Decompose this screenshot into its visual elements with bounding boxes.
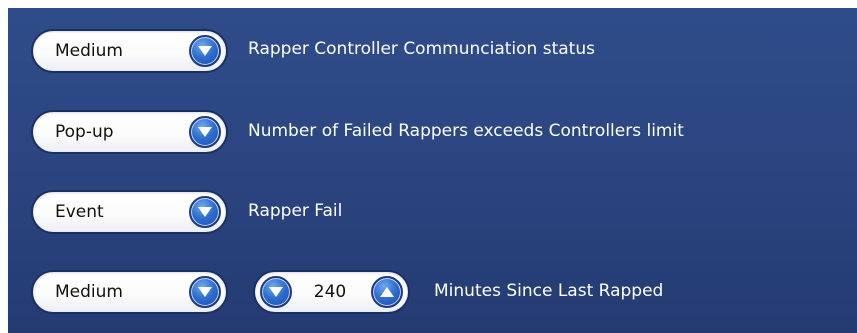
severity-select-value: Medium — [55, 41, 123, 61]
severity-select[interactable]: Medium — [31, 270, 228, 314]
alarm-row-rapper-fail: Event Rapper Fail — [31, 189, 342, 235]
chevron-down-icon[interactable] — [189, 35, 221, 67]
chevron-down-icon[interactable] — [260, 276, 292, 308]
alarm-row-communication-status: Medium Rapper Controller Communciation s… — [31, 28, 595, 74]
alarm-description-label: Rapper Fail — [248, 200, 343, 221]
chevron-down-icon[interactable] — [189, 116, 221, 148]
alarm-description-label: Rapper Controller Communciation status — [248, 39, 595, 59]
alarm-row-minutes-since-last-rapped: Medium 240 Minutes Since Last Rapped — [31, 269, 663, 315]
minutes-stepper-value[interactable]: 240 — [295, 272, 365, 312]
alarm-description-label: Minutes Since Last Rapped — [434, 280, 664, 301]
alarm-description-label: Number of Failed Rappers exceeds Control… — [248, 120, 684, 141]
severity-select[interactable]: Medium — [31, 29, 228, 73]
alarm-settings-panel: Medium Rapper Controller Communciation s… — [8, 8, 857, 333]
severity-select[interactable]: Pop-up — [31, 110, 228, 154]
alarm-row-failed-rappers-limit: Pop-up Number of Failed Rappers exceeds … — [31, 109, 684, 155]
minutes-stepper[interactable]: 240 — [253, 270, 410, 314]
chevron-down-icon[interactable] — [189, 276, 221, 308]
severity-select-value: Event — [55, 202, 104, 222]
severity-select-value: Medium — [55, 282, 123, 302]
severity-select-value: Pop-up — [55, 122, 114, 142]
chevron-up-icon[interactable] — [371, 276, 403, 308]
severity-select[interactable]: Event — [31, 190, 228, 234]
chevron-down-icon[interactable] — [189, 196, 221, 228]
